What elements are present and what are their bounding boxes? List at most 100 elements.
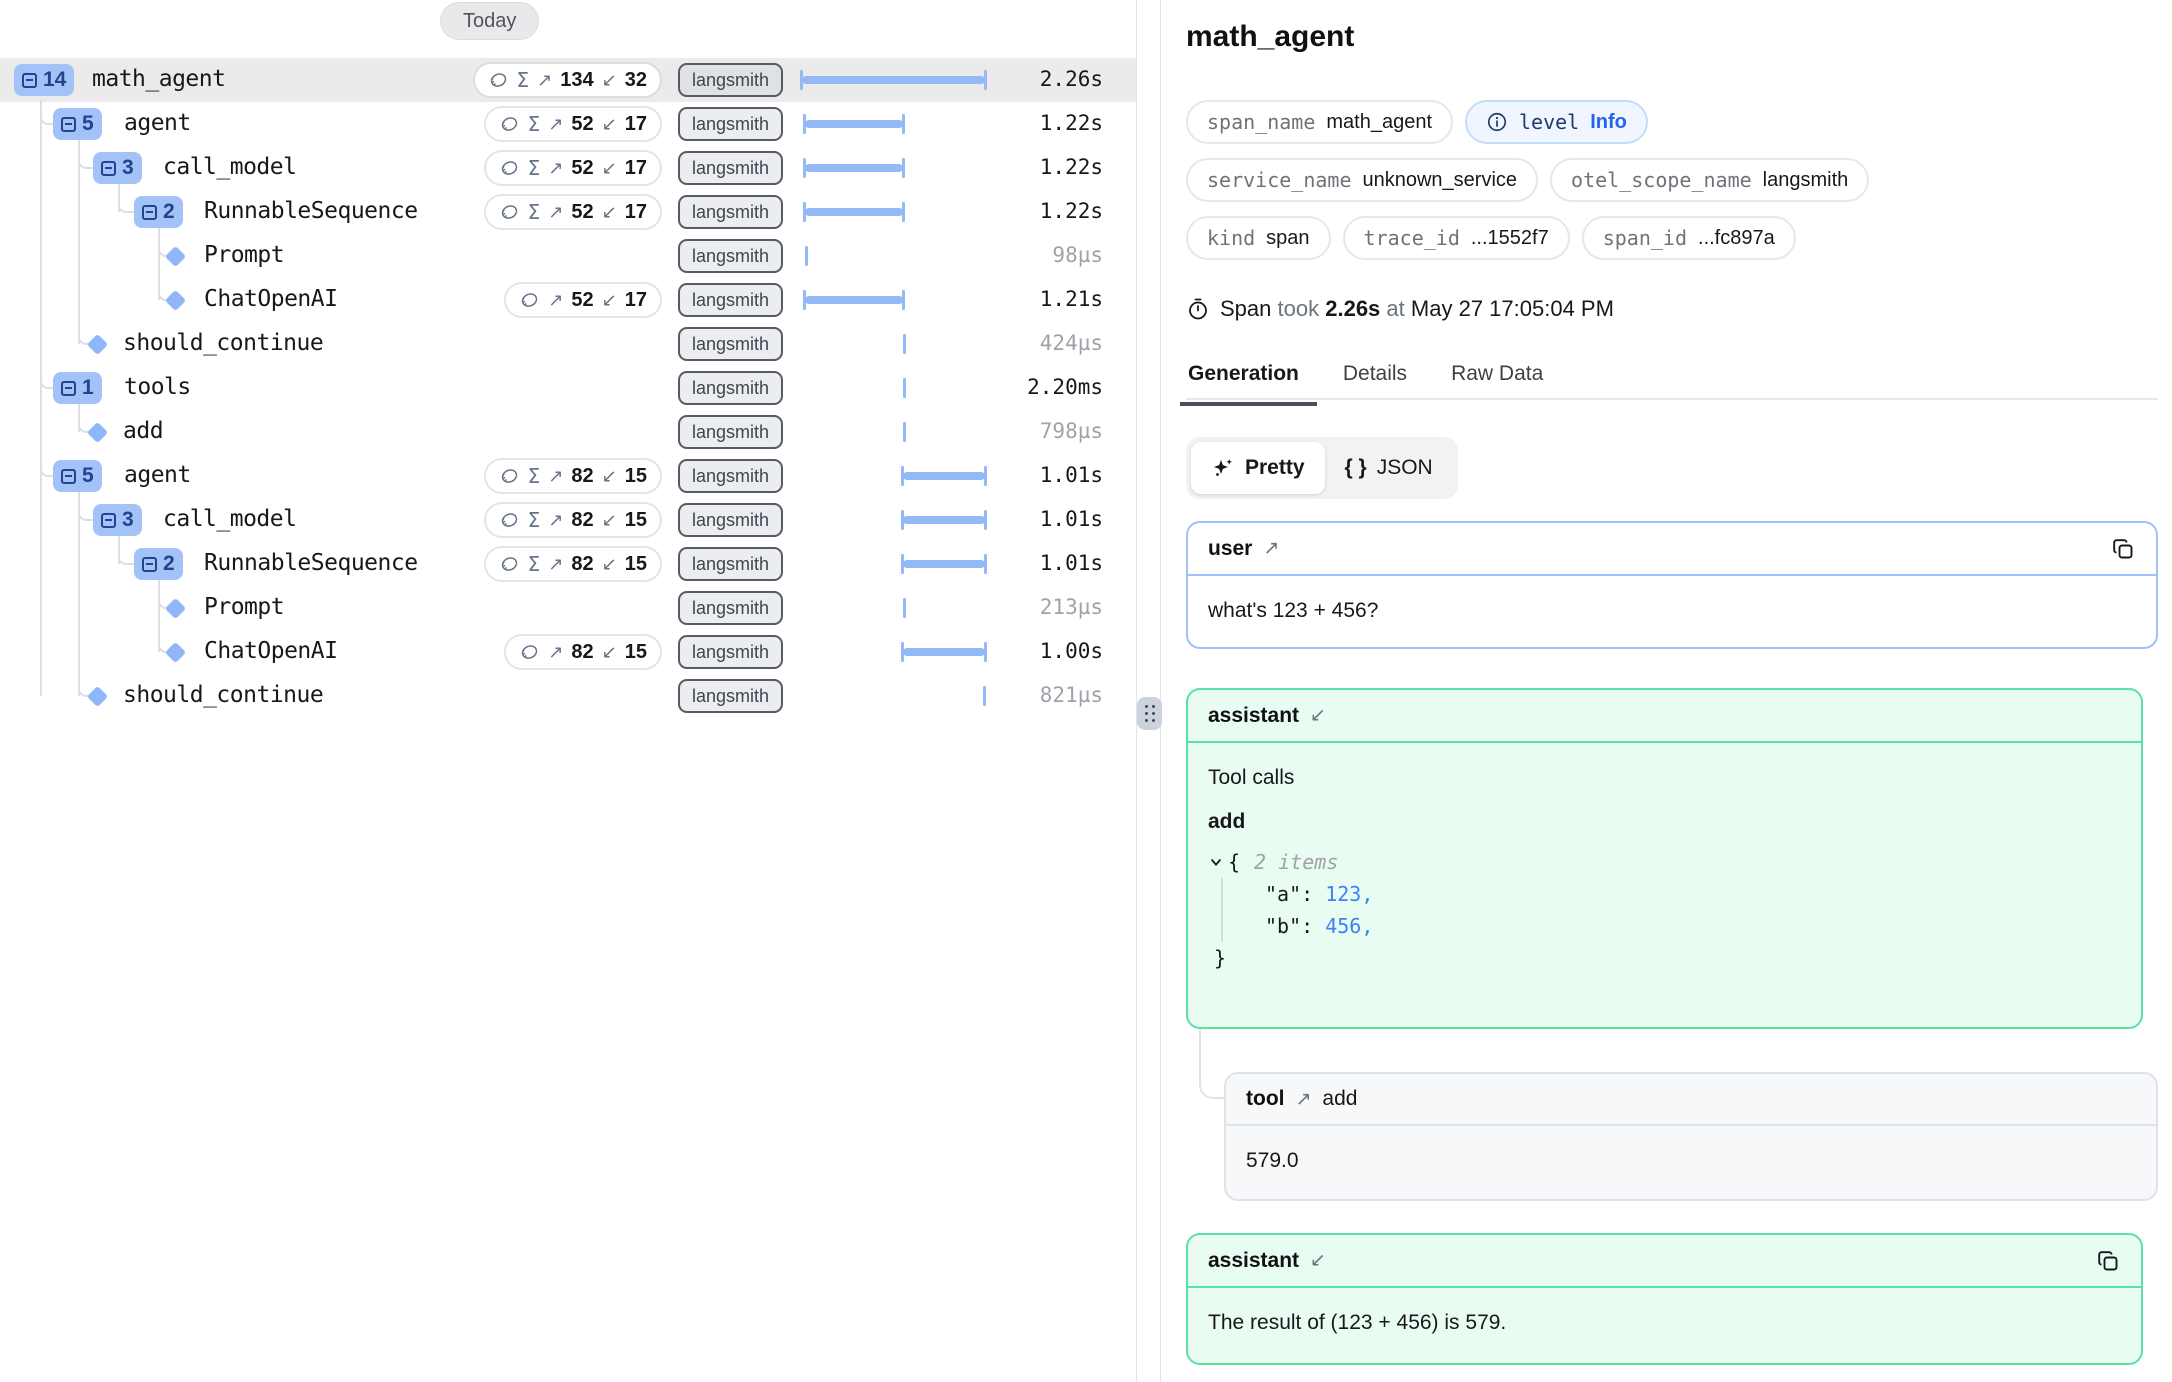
tab-details[interactable]: Details bbox=[1341, 358, 1409, 398]
timeline-bar bbox=[800, 630, 990, 674]
duration-label: 1.22s bbox=[1040, 199, 1103, 223]
copy-button[interactable] bbox=[2095, 1248, 2121, 1274]
span-title: math_agent bbox=[1186, 20, 1354, 54]
attribute-pill-otel_scope_name: otel_scope_namelangsmith bbox=[1550, 158, 1869, 202]
attribute-pill-row: kindspantrace_id...1552f7span_id...fc897… bbox=[1186, 216, 1796, 260]
sigma-icon: Σ bbox=[528, 112, 541, 136]
collapse-badge[interactable]: 5 bbox=[53, 108, 102, 140]
langsmith-tag: langsmith bbox=[678, 415, 783, 449]
trace-tree-row-Prompt[interactable]: Promptlangsmith98µs bbox=[0, 234, 1136, 278]
tokens-in-icon: ↗ bbox=[537, 70, 552, 91]
attribute-pill-row: span_namemath_agentlevelInfo bbox=[1186, 100, 1648, 144]
message-card-tool: tool ↗ add 579.0 bbox=[1224, 1072, 2158, 1201]
pretty-toggle-button[interactable]: Pretty bbox=[1191, 442, 1325, 494]
coin-icon bbox=[499, 466, 520, 487]
duration-label: 798µs bbox=[1040, 419, 1103, 443]
duration-label: 1.01s bbox=[1040, 463, 1103, 487]
arrow-down-left-icon: ↙ bbox=[1310, 1249, 1326, 1272]
info-icon bbox=[1486, 111, 1508, 133]
span-label: ChatOpenAI bbox=[204, 286, 337, 312]
collapse-badge[interactable]: 3 bbox=[93, 504, 142, 536]
json-arg-entry: "a": 123, bbox=[1265, 878, 2121, 910]
copy-button[interactable] bbox=[2110, 536, 2136, 562]
detail-tabs: Generation Details Raw Data bbox=[1186, 358, 2158, 400]
coin-icon bbox=[499, 158, 520, 179]
duration-label: 1.22s bbox=[1040, 111, 1103, 135]
timeline-bar bbox=[800, 58, 990, 102]
tree-elbow bbox=[78, 496, 93, 521]
role-label: assistant bbox=[1208, 1249, 1299, 1273]
span-label: math_agent bbox=[92, 66, 225, 92]
trace-tree-row-call_model[interactable]: 3call_modelΣ↗52↙17langsmith1.22s bbox=[0, 146, 1136, 190]
timeline-bar bbox=[800, 410, 990, 454]
token-usage-badge: Σ↗52↙17 bbox=[484, 150, 662, 186]
collapse-badge[interactable]: 2 bbox=[134, 548, 183, 580]
json-toggle-button[interactable]: { } JSON bbox=[1325, 442, 1453, 494]
timeline-bar bbox=[800, 674, 990, 718]
message-content: what's 123 + 456? bbox=[1188, 576, 2156, 646]
collapse-icon bbox=[101, 161, 116, 176]
span-label: RunnableSequence bbox=[204, 550, 418, 576]
timeline-bar bbox=[800, 366, 990, 410]
span-label: call_model bbox=[163, 506, 296, 532]
tokens-out-icon: ↙ bbox=[602, 70, 617, 91]
tokens-in-icon: ↗ bbox=[548, 510, 563, 531]
trace-tree: 14math_agentΣ↗134↙32langsmith2.26s5agent… bbox=[0, 0, 1136, 1382]
duration-label: 1.22s bbox=[1040, 155, 1103, 179]
trace-tree-row-call_model[interactable]: 3call_modelΣ↗82↙15langsmith1.01s bbox=[0, 498, 1136, 542]
timeline-bar bbox=[800, 454, 990, 498]
attribute-pill-service_name: service_nameunknown_service bbox=[1186, 158, 1538, 202]
trace-tree-row-RunnableSequence[interactable]: 2RunnableSequenceΣ↗82↙15langsmith1.01s bbox=[0, 542, 1136, 586]
trace-tree-row-agent[interactable]: 5agentΣ↗52↙17langsmith1.22s bbox=[0, 102, 1136, 146]
timeline-bar bbox=[800, 146, 990, 190]
collapse-badge[interactable]: 2 bbox=[134, 196, 183, 228]
span-duration-line: Span took 2.26s at May 27 17:05:04 PM bbox=[1186, 296, 1614, 322]
role-label: tool bbox=[1246, 1087, 1284, 1111]
coin-icon bbox=[519, 290, 540, 311]
trace-tree-panel: Today 14math_agentΣ↗134↙32langsmith2.26s… bbox=[0, 0, 1136, 1382]
trace-tree-row-should_continue[interactable]: should_continuelangsmith821µs bbox=[0, 674, 1136, 718]
coin-icon bbox=[519, 642, 540, 663]
leaf-diamond-icon bbox=[87, 422, 108, 443]
timeline-bar bbox=[800, 542, 990, 586]
trace-tree-row-add[interactable]: addlangsmith798µs bbox=[0, 410, 1136, 454]
tool-call-args-json: { 2 items "a": 123,"b": 456, } bbox=[1208, 846, 2121, 974]
leaf-diamond-icon bbox=[87, 686, 108, 707]
timeline-bar bbox=[800, 586, 990, 630]
trace-tree-row-tools[interactable]: 1toolslangsmith2.20ms bbox=[0, 366, 1136, 410]
panel-divider-line bbox=[1160, 0, 1161, 1382]
trace-tree-row-ChatOpenAI[interactable]: ChatOpenAI↗52↙17langsmith1.21s bbox=[0, 278, 1136, 322]
tree-elbow bbox=[40, 452, 53, 477]
langsmith-tag: langsmith bbox=[678, 239, 783, 273]
trace-tree-row-should_continue[interactable]: should_continuelangsmith424µs bbox=[0, 322, 1136, 366]
tab-raw-data[interactable]: Raw Data bbox=[1449, 358, 1545, 398]
trace-tree-row-RunnableSequence[interactable]: 2RunnableSequenceΣ↗52↙17langsmith1.22s bbox=[0, 190, 1136, 234]
trace-viewer: Today 14math_agentΣ↗134↙32langsmith2.26s… bbox=[0, 0, 2172, 1382]
panel-resize-handle[interactable] bbox=[1137, 697, 1162, 730]
collapse-badge[interactable]: 3 bbox=[93, 152, 142, 184]
langsmith-tag: langsmith bbox=[678, 107, 783, 141]
trace-tree-row-agent[interactable]: 5agentΣ↗82↙15langsmith1.01s bbox=[0, 454, 1136, 498]
collapse-icon bbox=[101, 513, 116, 528]
chevron-down-icon[interactable] bbox=[1208, 854, 1224, 870]
langsmith-tag: langsmith bbox=[678, 195, 783, 229]
tab-generation[interactable]: Generation bbox=[1186, 358, 1301, 398]
collapse-badge[interactable]: 5 bbox=[53, 460, 102, 492]
trace-tree-row-Prompt[interactable]: Promptlangsmith213µs bbox=[0, 586, 1136, 630]
trace-tree-row-ChatOpenAI[interactable]: ChatOpenAI↗82↙15langsmith1.00s bbox=[0, 630, 1136, 674]
token-usage-badge: Σ↗52↙17 bbox=[484, 106, 662, 142]
duration-label: 98µs bbox=[1052, 243, 1103, 267]
coin-icon bbox=[499, 114, 520, 135]
collapse-badge[interactable]: 1 bbox=[53, 372, 102, 404]
span-label: RunnableSequence bbox=[204, 198, 418, 224]
json-arg-entry: "b": 456, bbox=[1265, 910, 2121, 942]
tool-call-name: add bbox=[1208, 810, 2121, 834]
tree-elbow bbox=[78, 144, 93, 169]
token-usage-badge: Σ↗82↙15 bbox=[484, 458, 662, 494]
collapse-badge[interactable]: 14 bbox=[14, 64, 74, 96]
trace-tree-row-math_agent[interactable]: 14math_agentΣ↗134↙32langsmith2.26s bbox=[0, 58, 1136, 102]
langsmith-tag: langsmith bbox=[678, 679, 783, 713]
tokens-in-icon: ↗ bbox=[548, 554, 563, 575]
attribute-pill-kind: kindspan bbox=[1186, 216, 1331, 260]
tokens-out-icon: ↙ bbox=[602, 466, 617, 487]
